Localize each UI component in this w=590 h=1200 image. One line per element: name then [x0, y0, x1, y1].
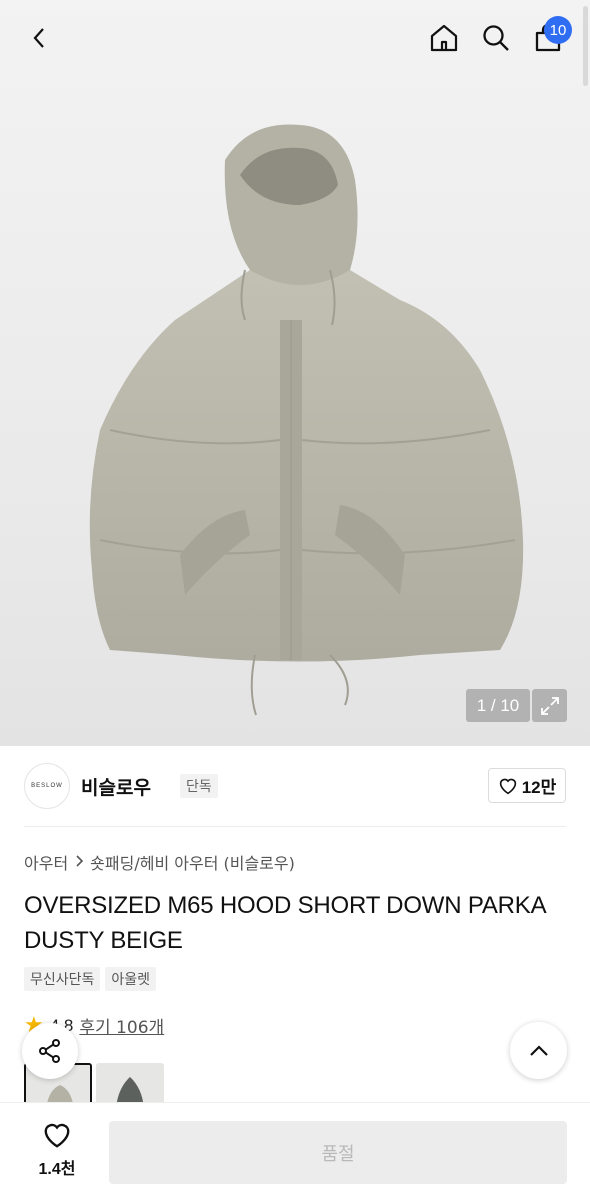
bottom-action-bar: 1.4천 품절	[0, 1102, 590, 1200]
breadcrumb-category[interactable]: 아우터	[24, 850, 68, 874]
share-icon[interactable]	[22, 1023, 78, 1079]
cart-count-badge: 10	[544, 16, 572, 44]
chevron-up-icon[interactable]	[510, 1022, 567, 1079]
review-link[interactable]: 후기 106개	[79, 1013, 164, 1038]
sold-out-button[interactable]: 품절	[109, 1121, 567, 1184]
brand-exclusive-tag: 단독	[180, 774, 218, 798]
chevron-right-icon	[74, 853, 84, 871]
breadcrumb: 아우터 숏패딩/헤비 아우터 (비슬로우)	[24, 850, 295, 874]
brand-like-button[interactable]: 12만	[488, 768, 566, 803]
tag-outlet: 아울렛	[105, 967, 157, 991]
heart-icon	[44, 1123, 70, 1148]
scrollbar[interactable]	[583, 6, 588, 86]
brand-row: BESLOW 비슬로우 단독 12만	[24, 760, 566, 814]
jacket-illustration	[89, 124, 524, 716]
divider	[24, 826, 566, 827]
heart-icon	[499, 778, 516, 794]
expand-icon[interactable]	[532, 689, 567, 722]
chevron-left-icon[interactable]	[22, 20, 58, 56]
home-icon[interactable]	[424, 18, 464, 58]
product-image[interactable]: 1 / 10	[0, 0, 590, 746]
product-title: OVERSIZED M65 HOOD SHORT DOWN PARKA DUST…	[24, 892, 546, 954]
wishlist-button[interactable]: 1.4천	[26, 1121, 88, 1181]
breadcrumb-subcategory[interactable]: 숏패딩/헤비 아우터 (비슬로우)	[90, 850, 295, 874]
brand-logo[interactable]: BESLOW	[24, 763, 70, 809]
brand-like-count: 12만	[521, 778, 557, 797]
top-navigation: 10	[0, 0, 590, 86]
product-tags: 무신사단독 아울렛	[24, 967, 157, 991]
tag-exclusive: 무신사단독	[24, 967, 101, 991]
wishlist-count: 1.4천	[38, 1161, 76, 1178]
search-icon[interactable]	[476, 18, 516, 58]
brand-name[interactable]: 비슬로우	[81, 773, 151, 800]
image-counter: 1 / 10	[466, 689, 530, 722]
